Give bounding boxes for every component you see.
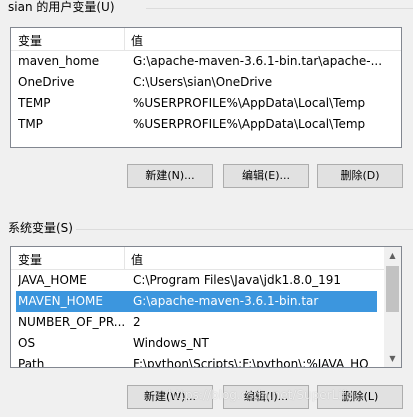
- variable-name: TMP: [18, 117, 43, 131]
- watermark: https://blog.csdn.net/SuperLife: [168, 388, 354, 402]
- variable-name: OneDrive: [18, 75, 75, 89]
- user-variable-row[interactable]: maven_home G:\apache-maven-3.6.1-bin.tar…: [11, 51, 401, 72]
- variable-name: OS: [18, 336, 36, 350]
- variable-value: %USERPROFILE%\AppData\Local\Temp: [133, 117, 366, 131]
- user-list-header: 变量 值: [11, 28, 401, 51]
- system-header-value[interactable]: 值: [131, 251, 143, 268]
- variable-value: C:\Users\sian\OneDrive: [133, 75, 273, 89]
- variable-value: Windows_NT: [133, 336, 209, 350]
- user-variable-row[interactable]: TMP %USERPROFILE%\AppData\Local\Temp: [11, 114, 401, 135]
- user-delete-button[interactable]: 删除(D): [317, 164, 403, 188]
- variable-value: G:\apache-maven-3.6.1-bin.tar: [133, 294, 319, 308]
- variable-value: G:\apache-maven-3.6.1-bin.tar\apache-...: [133, 54, 383, 68]
- system-variable-row[interactable]: NUMBER_OF_PR... 2: [11, 312, 401, 333]
- scrollbar-thumb[interactable]: [386, 266, 399, 312]
- user-header-value[interactable]: 值: [131, 32, 143, 49]
- system-variables-list[interactable]: 变量 值 JAVA_HOME C:\Program Files\Java\jdk…: [10, 246, 402, 368]
- system-variable-row[interactable]: OS Windows_NT: [11, 333, 401, 354]
- header-separator: [124, 28, 125, 50]
- variable-name: TEMP: [18, 96, 51, 110]
- user-variable-row[interactable]: OneDrive C:\Users\sian\OneDrive: [11, 72, 401, 93]
- variable-value: %USERPROFILE%\AppData\Local\Temp: [133, 96, 366, 110]
- system-variable-row-selected[interactable]: MAVEN_HOME G:\apache-maven-3.6.1-bin.tar: [16, 291, 377, 312]
- user-group-divider: [146, 8, 413, 9]
- system-list-scrollbar[interactable]: ▲ ▼: [384, 247, 401, 367]
- variable-value: F:\python\Scripts\;F:\python\;%JAVA_HO: [133, 357, 369, 368]
- variable-name: NUMBER_OF_PR...: [18, 315, 126, 329]
- system-group-divider: [76, 229, 413, 230]
- user-variable-row[interactable]: TEMP %USERPROFILE%\AppData\Local\Temp: [11, 93, 401, 114]
- variable-name: maven_home: [18, 54, 100, 68]
- system-variable-row[interactable]: JAVA_HOME C:\Program Files\Java\jdk1.8.0…: [11, 270, 401, 291]
- user-new-button[interactable]: 新建(N)...: [127, 164, 213, 188]
- scroll-down-arrow-icon[interactable]: ▼: [384, 350, 401, 367]
- system-variable-row[interactable]: Path F:\python\Scripts\;F:\python\;%JAVA…: [11, 354, 401, 368]
- header-separator: [124, 247, 125, 269]
- variable-name: MAVEN_HOME: [18, 294, 103, 308]
- variable-value: C:\Program Files\Java\jdk1.8.0_191: [133, 273, 342, 287]
- user-variables-title: sian 的用户变量(U): [8, 0, 115, 14]
- variable-name: Path: [18, 357, 45, 368]
- system-variables-title: 系统变量(S): [8, 221, 73, 235]
- system-header-variable[interactable]: 变量: [18, 251, 42, 268]
- variable-name: JAVA_HOME: [18, 273, 87, 287]
- user-variables-list[interactable]: 变量 值 maven_home G:\apache-maven-3.6.1-bi…: [10, 27, 402, 148]
- user-header-variable[interactable]: 变量: [18, 32, 42, 49]
- scroll-up-arrow-icon[interactable]: ▲: [384, 247, 401, 264]
- variable-value: 2: [133, 315, 141, 329]
- user-edit-button[interactable]: 编辑(E)...: [223, 164, 309, 188]
- system-list-header: 变量 值: [11, 247, 401, 270]
